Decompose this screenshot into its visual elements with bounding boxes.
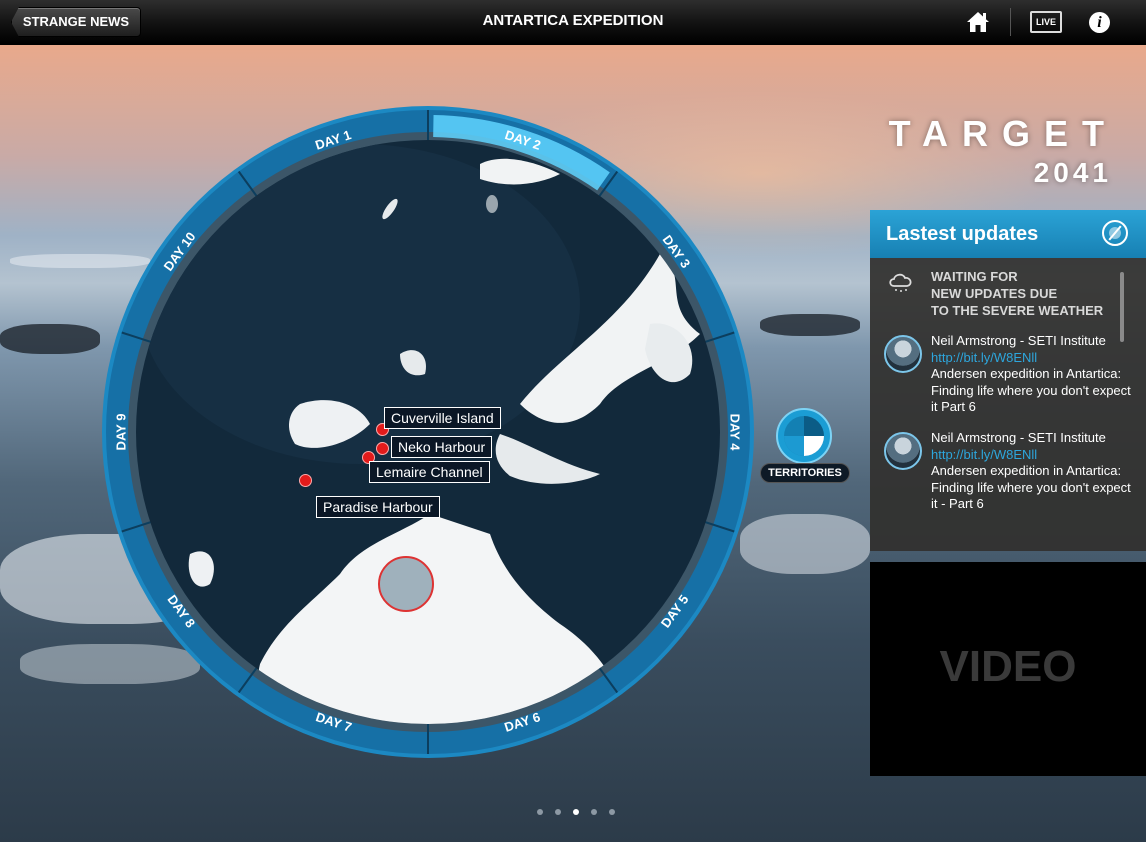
cloud-rain-icon: [889, 273, 912, 292]
neko-harbour-pin[interactable]: [376, 442, 389, 455]
neko-harbour-label[interactable]: Neko Harbour: [391, 436, 493, 458]
selected-location-ring: [378, 556, 434, 612]
day-label[interactable]: DAY 9: [113, 414, 128, 451]
update-text: Andersen expedition in Antartica: Findin…: [931, 366, 1131, 414]
update-author: Neil Armstrong - SETI Institute: [931, 333, 1106, 348]
notice-line: NEW UPDATES DUE: [931, 286, 1058, 301]
update-item[interactable]: Neil Armstrong - SETI Institute http://b…: [884, 333, 1134, 416]
live-tv-icon[interactable]: LIVE: [1030, 11, 1062, 33]
territories-pie-icon: [776, 408, 832, 464]
page-dot[interactable]: [555, 809, 561, 815]
update-link[interactable]: http://bit.ly/W8ENll: [931, 447, 1037, 462]
territories-label: TERRITORIES: [760, 463, 850, 483]
page-dot[interactable]: [537, 809, 543, 815]
page-dot[interactable]: [573, 809, 579, 815]
top-bar: STRANGE NEWS ANTARTICA EXPEDITION LIVE i: [0, 0, 1146, 45]
page-dot[interactable]: [609, 809, 615, 815]
avatar: [884, 432, 922, 470]
video-player[interactable]: VIDEO: [870, 562, 1146, 776]
updates-title: Lastest updates: [886, 223, 1039, 245]
expedition-map[interactable]: DAY 1 DAY 2 DAY 3 DAY 4 DAY 5 DAY 6 DAY 7 DAY 8…: [100, 104, 756, 760]
cuverville-island-label[interactable]: Cuverville Island: [384, 407, 501, 429]
info-icon[interactable]: i: [1089, 12, 1110, 33]
latest-updates-panel: Lastest updates WAITING FOR NEW UPDATES …: [870, 210, 1146, 551]
update-link[interactable]: http://bit.ly/W8ENll: [931, 350, 1037, 365]
avatar: [884, 335, 922, 373]
update-author: Neil Armstrong - SETI Institute: [931, 430, 1106, 445]
updates-header: Lastest updates: [870, 210, 1146, 258]
territories-button[interactable]: TERRITORIES: [760, 408, 850, 484]
day-label[interactable]: DAY 4: [728, 414, 743, 452]
page-indicator[interactable]: [537, 802, 627, 815]
brand-year: 2041: [1033, 157, 1112, 188]
topbar-divider: [1010, 8, 1011, 36]
updates-scrollbar[interactable]: [1120, 272, 1124, 342]
home-icon[interactable]: [966, 10, 990, 34]
video-label: VIDEO: [939, 642, 1077, 691]
lemaire-channel-label[interactable]: Lemaire Channel: [369, 461, 490, 483]
paradise-harbour-pin[interactable]: [299, 474, 312, 487]
notice-line: TO THE SEVERE WEATHER: [931, 303, 1104, 318]
weather-notice: WAITING FOR NEW UPDATES DUE TO THE SEVER…: [886, 268, 1126, 319]
notice-line: WAITING FOR: [931, 269, 1018, 284]
paradise-harbour-label[interactable]: Paradise Harbour: [316, 496, 440, 518]
compass-icon[interactable]: [1102, 220, 1128, 246]
update-text: Andersen expedition in Antartica: Findin…: [931, 463, 1131, 511]
page-dot[interactable]: [591, 809, 597, 815]
brand-title: TARGET: [888, 113, 1118, 154]
update-item[interactable]: Neil Armstrong - SETI Institute http://b…: [884, 430, 1134, 513]
